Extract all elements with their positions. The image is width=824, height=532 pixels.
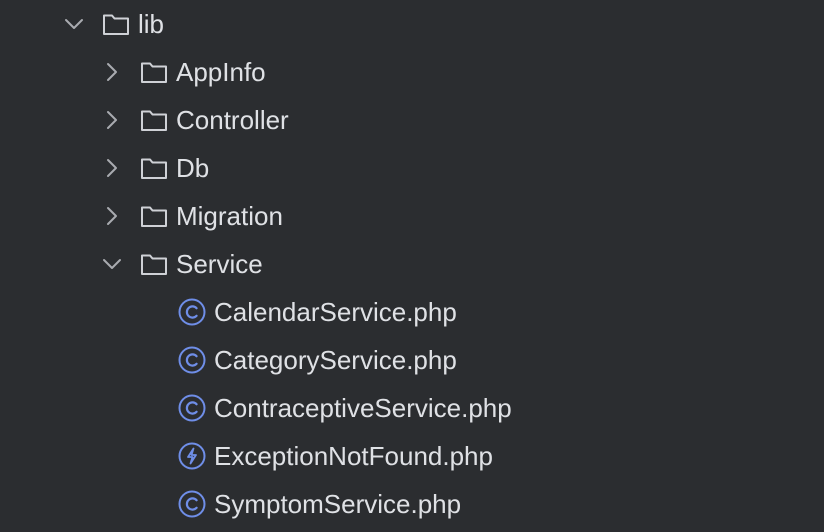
tree-file-symptomservice[interactable]: SymptomService.php (0, 480, 824, 528)
tree-node-label: CategoryService.php (214, 345, 457, 375)
chevron-down-icon[interactable] (62, 12, 86, 36)
tree-node-label: ExceptionNotFound.php (214, 441, 493, 471)
tree-node-label: lib (138, 9, 165, 39)
tree-node-migration[interactable]: Migration (0, 192, 824, 240)
chevron-right-icon[interactable] (100, 108, 124, 132)
tree-node-appinfo[interactable]: AppInfo (0, 48, 824, 96)
folder-icon (102, 10, 130, 38)
tree-node-controller[interactable]: Controller (0, 96, 824, 144)
tree-node-service[interactable]: Service (0, 240, 824, 288)
chevron-right-icon[interactable] (100, 204, 124, 228)
php-class-icon (178, 394, 206, 422)
tree-node-label: Db (176, 153, 210, 183)
tree-file-contraceptiveservice[interactable]: ContraceptiveService.php (0, 384, 824, 432)
tree-node-label: Controller (176, 105, 289, 135)
tree-node-label: CalendarService.php (214, 297, 457, 327)
tree-node-db[interactable]: Db (0, 144, 824, 192)
tree-node-label: SymptomService.php (214, 489, 462, 519)
chevron-down-icon[interactable] (100, 252, 124, 276)
tree-node-label: Migration (176, 201, 283, 231)
php-class-icon (178, 298, 206, 326)
folder-icon (140, 106, 168, 134)
tree-node-lib[interactable]: lib (0, 0, 824, 48)
php-class-icon (178, 490, 206, 518)
tree-file-calendarservice[interactable]: CalendarService.php (0, 288, 824, 336)
project-tree: lib AppInfo Controller Db Migration Serv… (0, 0, 824, 532)
tree-node-label: AppInfo (176, 57, 266, 87)
php-class-icon (178, 346, 206, 374)
chevron-right-icon[interactable] (100, 156, 124, 180)
tree-file-exceptionnotfound[interactable]: ExceptionNotFound.php (0, 432, 824, 480)
tree-node-label: Service (176, 249, 263, 279)
tree-node-label: ContraceptiveService.php (214, 393, 512, 423)
php-exception-icon (178, 442, 206, 470)
chevron-right-icon[interactable] (100, 60, 124, 84)
tree-file-categoryservice[interactable]: CategoryService.php (0, 336, 824, 384)
folder-icon (140, 58, 168, 86)
folder-icon (140, 154, 168, 182)
folder-icon (140, 202, 168, 230)
folder-icon (140, 250, 168, 278)
